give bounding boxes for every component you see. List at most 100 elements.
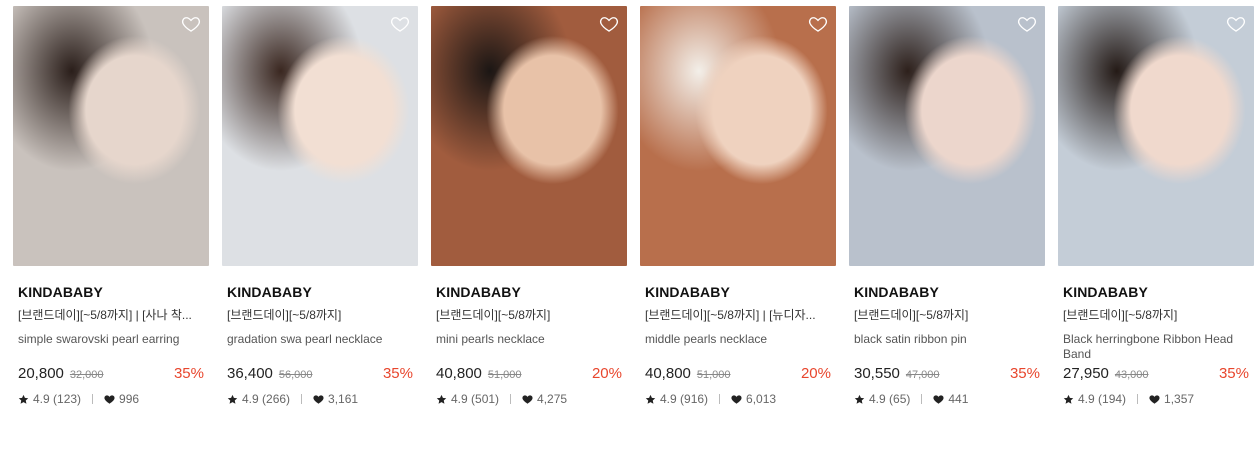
brand-name[interactable]: KINDABABY <box>645 283 836 301</box>
promo-text: [브랜드데이][~5/8까지] <box>854 308 969 322</box>
product-card[interactable]: KINDABABY [브랜드데이][~5/8까지] black satin ri… <box>849 6 1045 407</box>
product-name[interactable]: simple swarovski pearl earring <box>18 332 206 362</box>
original-price: 51,000 <box>696 369 731 381</box>
review-count[interactable]: (501) <box>471 392 499 406</box>
product-name[interactable]: Black herringbone Ribbon Head Band <box>1063 332 1251 362</box>
sale-price: 27,950 <box>1063 365 1109 382</box>
like-count: 3,161 <box>328 392 359 406</box>
wishlist-heart-icon[interactable] <box>1226 14 1246 34</box>
product-card[interactable]: KINDABABY [브랜드데이][~5/8까지] Black herringb… <box>1058 6 1254 407</box>
divider <box>510 394 512 404</box>
sale-price: 40,800 <box>645 365 691 382</box>
product-card[interactable]: KINDABABY [브랜드데이][~5/8까지] mini pearls ne… <box>431 6 627 407</box>
rating-value: 4.9 <box>1078 392 1095 406</box>
wishlist-heart-icon[interactable] <box>390 14 410 34</box>
promo-text: [브랜드데이][~5/8까지] <box>227 308 342 322</box>
divider <box>301 394 303 404</box>
wishlist-heart-icon[interactable] <box>599 14 619 34</box>
promo-text: [브랜드데이][~5/8까지] <box>436 308 551 322</box>
price-row: 36,400 56,000 35% <box>227 365 413 385</box>
divider <box>921 394 923 404</box>
price-row: 27,950 43,000 35% <box>1063 365 1249 385</box>
promo-text: [브랜드데이][~5/8까지] <box>1063 308 1178 322</box>
pearl-earring-photo <box>13 6 209 266</box>
product-image[interactable] <box>222 6 418 266</box>
review-count[interactable]: (266) <box>262 392 290 406</box>
wishlist-heart-icon[interactable] <box>181 14 201 34</box>
product-image[interactable] <box>13 6 209 266</box>
product-image[interactable] <box>1058 6 1254 266</box>
review-meta: 4.9 (123) 996 <box>18 391 209 407</box>
original-price: 43,000 <box>1114 369 1149 381</box>
original-price: 51,000 <box>487 369 522 381</box>
product-card[interactable]: KINDABABY [브랜드데이][~5/8까지] | [뉴디자... midd… <box>640 6 836 407</box>
mini-pearl-photo <box>431 6 627 266</box>
star-icon <box>227 394 238 405</box>
heart-icon <box>1149 394 1160 405</box>
product-name[interactable]: middle pearls necklace <box>645 332 833 362</box>
review-meta: 4.9 (194) 1,357 <box>1063 391 1254 407</box>
brand-name[interactable]: KINDABABY <box>227 283 418 301</box>
product-card[interactable]: KINDABABY [브랜드데이][~5/8까지] gradation swa … <box>222 6 418 407</box>
review-meta: 4.9 (916) 6,013 <box>645 391 836 407</box>
product-image[interactable] <box>431 6 627 266</box>
discount-rate: 35% <box>1009 365 1040 382</box>
rating-value: 4.9 <box>33 392 50 406</box>
product-image[interactable] <box>640 6 836 266</box>
review-count[interactable]: (916) <box>680 392 708 406</box>
star-icon <box>854 394 865 405</box>
review-count[interactable]: (123) <box>53 392 81 406</box>
product-grid: KINDABABY [브랜드데이][~5/8까지] | [사나 착... sim… <box>0 0 1258 450</box>
product-name[interactable]: gradation swa pearl necklace <box>227 332 415 362</box>
star-icon <box>18 394 29 405</box>
star-icon <box>436 394 447 405</box>
promo-text: [브랜드데이][~5/8까지] | [사나 착... <box>18 308 192 322</box>
original-price: 56,000 <box>278 369 313 381</box>
sale-price: 40,800 <box>436 365 482 382</box>
price-row: 40,800 51,000 20% <box>436 365 622 385</box>
review-meta: 4.9 (501) 4,275 <box>436 391 627 407</box>
rating-value: 4.9 <box>869 392 886 406</box>
sale-price: 30,550 <box>854 365 900 382</box>
pearl-necklace-photo <box>222 6 418 266</box>
price-row: 30,550 47,000 35% <box>854 365 1040 385</box>
rating-value: 4.9 <box>242 392 259 406</box>
product-name[interactable]: mini pearls necklace <box>436 332 624 362</box>
divider <box>719 394 721 404</box>
heart-icon <box>104 394 115 405</box>
middle-pearl-photo <box>640 6 836 266</box>
review-meta: 4.9 (266) 3,161 <box>227 391 418 407</box>
heart-icon <box>522 394 533 405</box>
original-price: 47,000 <box>905 369 940 381</box>
heart-icon <box>313 394 324 405</box>
like-count: 4,275 <box>537 392 568 406</box>
brand-name[interactable]: KINDABABY <box>436 283 627 301</box>
like-count: 996 <box>119 392 140 406</box>
discount-rate: 20% <box>591 365 622 382</box>
review-count[interactable]: (194) <box>1098 392 1126 406</box>
wishlist-heart-icon[interactable] <box>808 14 828 34</box>
rating-value: 4.9 <box>660 392 677 406</box>
sale-price: 20,800 <box>18 365 64 382</box>
like-count: 1,357 <box>1164 392 1195 406</box>
original-price: 32,000 <box>69 369 104 381</box>
review-meta: 4.9 (65) 441 <box>854 391 1045 407</box>
discount-rate: 35% <box>382 365 413 382</box>
brand-name[interactable]: KINDABABY <box>1063 283 1254 301</box>
product-card[interactable]: KINDABABY [브랜드데이][~5/8까지] | [사나 착... sim… <box>13 6 209 407</box>
divider <box>1137 394 1139 404</box>
product-name[interactable]: black satin ribbon pin <box>854 332 1042 362</box>
wishlist-heart-icon[interactable] <box>1017 14 1037 34</box>
head-band-photo <box>1058 6 1254 266</box>
discount-rate: 35% <box>1218 365 1249 382</box>
like-count: 441 <box>948 392 969 406</box>
brand-name[interactable]: KINDABABY <box>854 283 1045 301</box>
brand-name[interactable]: KINDABABY <box>18 283 209 301</box>
divider <box>92 394 94 404</box>
product-image[interactable] <box>849 6 1045 266</box>
price-row: 40,800 51,000 20% <box>645 365 831 385</box>
heart-icon <box>933 394 944 405</box>
discount-rate: 35% <box>173 365 204 382</box>
star-icon <box>645 394 656 405</box>
review-count[interactable]: (65) <box>889 392 910 406</box>
